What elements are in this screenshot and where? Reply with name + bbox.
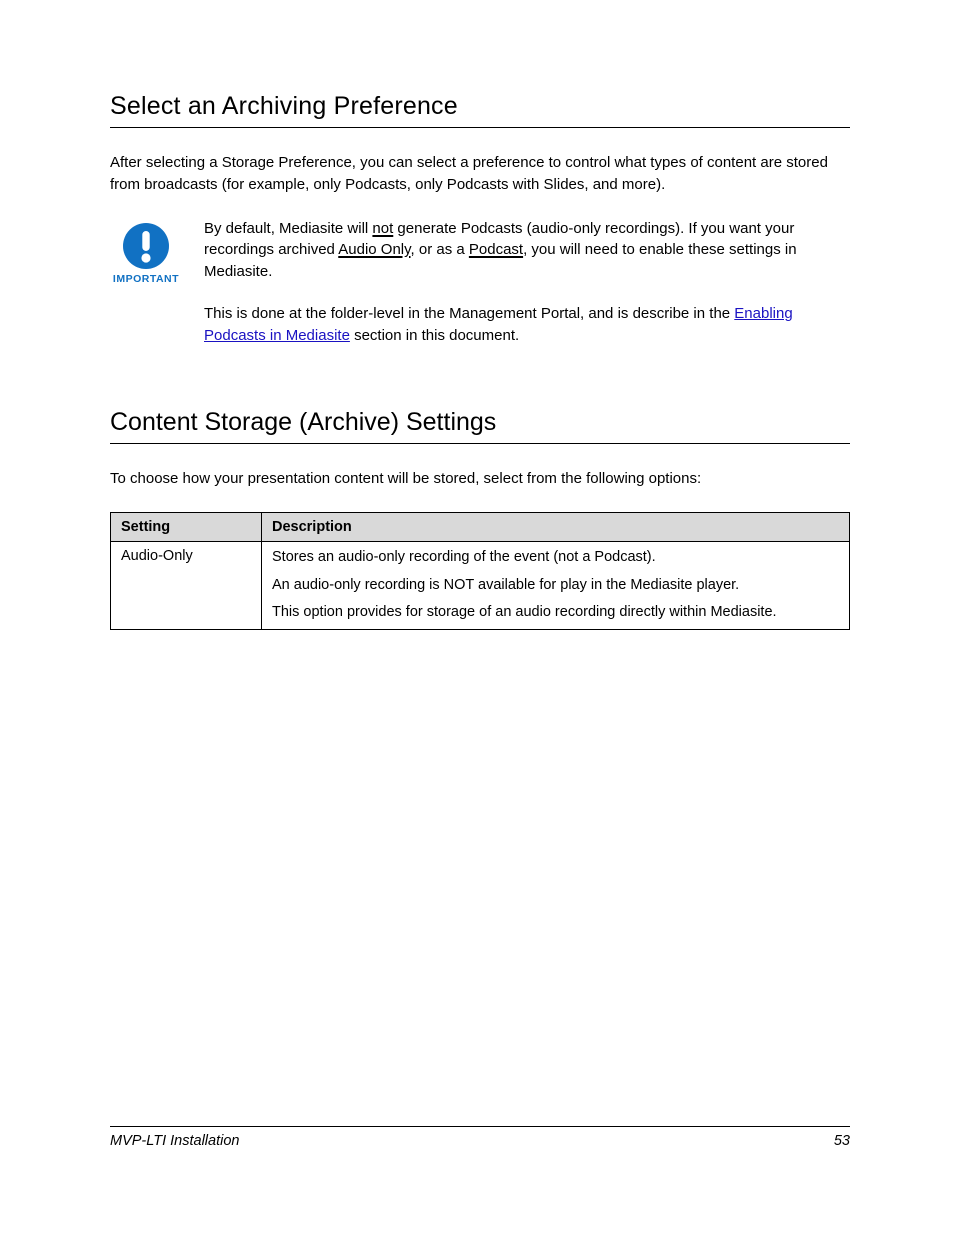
table-row: Audio-Only Stores an audio-only recordin… bbox=[111, 542, 850, 630]
desc-line: This option provides for storage of an a… bbox=[272, 603, 839, 623]
desc-line: An audio-only recording is NOT available… bbox=[272, 576, 839, 596]
content-storage-lead: To choose how your presentation content … bbox=[110, 468, 850, 490]
text-fragment: By default, Mediasite will bbox=[204, 220, 372, 237]
desc-line: Stores an audio-only recording of the ev… bbox=[272, 548, 839, 568]
emphasis-podcast: Podcast bbox=[469, 241, 523, 258]
heading-content-storage: Content Storage (Archive) Settings bbox=[110, 408, 850, 437]
text-fragment: section in this document. bbox=[350, 327, 519, 344]
heading-archiving-preference: Select an Archiving Preference bbox=[110, 92, 850, 121]
important-text: By default, Mediasite will not generate … bbox=[204, 218, 850, 367]
text-fragment: This is done at the folder-level in the … bbox=[204, 305, 734, 322]
important-callout: IMPORTANT By default, Mediasite will not… bbox=[110, 218, 850, 367]
archiving-preference-lead: After selecting a Storage Preference, yo… bbox=[110, 152, 850, 196]
table-header-setting: Setting bbox=[111, 513, 262, 542]
important-icon-label: IMPORTANT bbox=[113, 273, 179, 285]
table-cell-setting: Audio-Only bbox=[111, 542, 262, 630]
footer-divider bbox=[110, 1126, 850, 1127]
section-divider bbox=[110, 127, 850, 128]
important-paragraph-2: This is done at the folder-level in the … bbox=[204, 303, 850, 347]
important-paragraph-1: By default, Mediasite will not generate … bbox=[204, 218, 850, 283]
footer-doc-title: MVP-LTI Installation bbox=[110, 1133, 239, 1149]
emphasis-not: not bbox=[372, 220, 393, 237]
important-icon: IMPORTANT bbox=[110, 218, 182, 290]
emphasis-audio-only: Audio Only bbox=[338, 241, 410, 258]
settings-table: Setting Description Audio-Only Stores an… bbox=[110, 512, 850, 630]
text-fragment: , or as a bbox=[411, 241, 469, 258]
table-header-description: Description bbox=[262, 513, 850, 542]
table-header-row: Setting Description bbox=[111, 513, 850, 542]
table-cell-description: Stores an audio-only recording of the ev… bbox=[262, 542, 850, 630]
footer-page-number: 53 bbox=[834, 1133, 850, 1149]
page-footer: MVP-LTI Installation 53 bbox=[110, 1126, 850, 1149]
section-divider bbox=[110, 443, 850, 444]
